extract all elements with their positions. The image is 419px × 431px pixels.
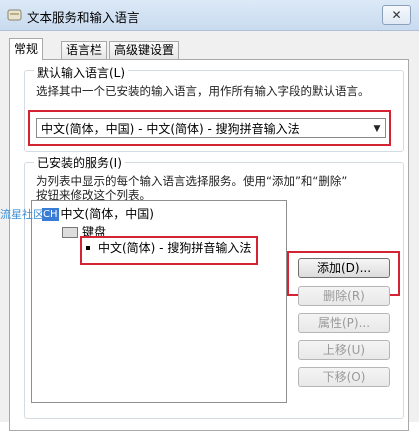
installed-services-legend: 已安装的服务(I) — [34, 156, 125, 170]
language-badge: CH — [42, 208, 59, 221]
keyboard-icon — [62, 227, 78, 238]
highlight-box-service — [80, 236, 258, 265]
remove-button[interactable]: 删除(R) — [298, 286, 390, 306]
default-language-description: 选择其中一个已安装的输入语言，用作所有输入字段的默认语言。 — [36, 84, 370, 98]
tab-advanced-key-settings[interactable]: 高级键设置 — [109, 41, 180, 59]
properties-button[interactable]: 属性(P)... — [298, 313, 390, 333]
close-button[interactable]: ✕ — [382, 5, 411, 25]
move-up-button[interactable]: 上移(U) — [298, 340, 390, 360]
language-label: 中文(简体，中国) — [60, 207, 154, 221]
installed-services-description-1: 为列表中显示的每个输入语言选择服务。使用“添加”和“删除” — [36, 174, 348, 188]
watermark-text: 流星社区 — [0, 208, 44, 221]
default-language-legend: 默认输入语言(L) — [34, 66, 129, 80]
move-down-button[interactable]: 下移(O) — [298, 367, 390, 387]
tab-general[interactable]: 常规 — [9, 38, 44, 60]
title-bar: 文本服务和输入语言 ✕ — [0, 0, 419, 31]
highlight-box-default-language — [28, 110, 391, 146]
close-icon: ✕ — [391, 8, 402, 22]
tab-language-bar[interactable]: 语言栏 — [61, 41, 108, 59]
tree-item-language[interactable]: CH 中文(简体，中国) — [42, 207, 154, 222]
window-title: 文本服务和输入语言 — [27, 10, 140, 25]
text-services-icon — [7, 9, 22, 21]
installed-services-tree[interactable]: CH 中文(简体，中国) 键盘 中文(简体) - 搜狗拼音输入法 — [31, 200, 287, 403]
